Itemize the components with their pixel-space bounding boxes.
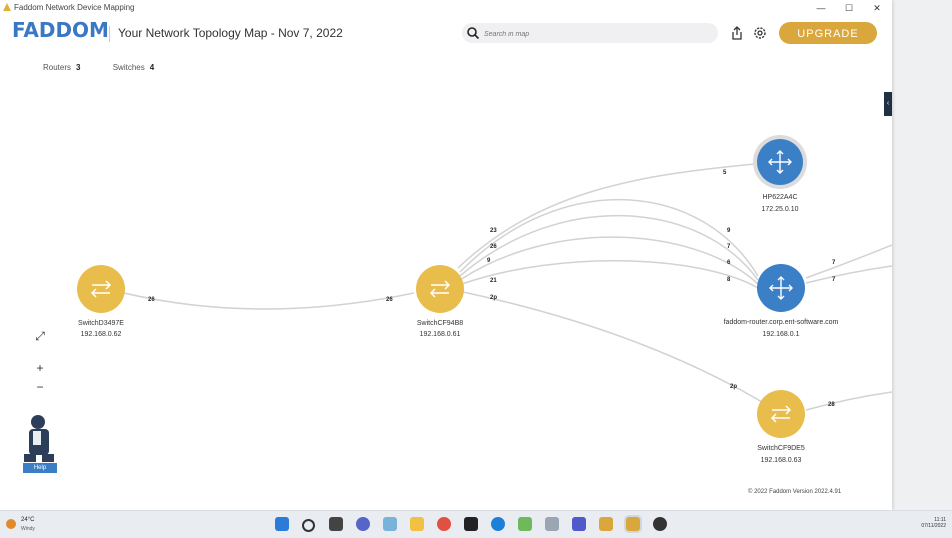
settings-app-icon[interactable] [383, 517, 397, 531]
link-label: 26 [386, 297, 393, 303]
node-name: faddom-router.corp.ent-software.com [724, 319, 839, 326]
switch-node-cf94b8[interactable]: SwitchCF94B8 192.168.0.61 [416, 265, 464, 338]
help-avatar-icon [24, 415, 54, 462]
teams-icon[interactable] [572, 517, 586, 531]
file-explorer-icon[interactable] [410, 517, 424, 531]
windows-start-icon[interactable] [275, 517, 289, 531]
topology-map[interactable]: 26 26 23 26 9 21 2p 5 9 7 6 8 7 7 2p 28 … [0, 0, 892, 510]
task-view-icon[interactable] [329, 517, 343, 531]
node-ip: 192.168.0.62 [81, 331, 122, 338]
router-node-hp622a4c[interactable]: HP622A4C 172.25.0.10 [753, 135, 807, 213]
link-label: 2p [730, 384, 737, 390]
link-label: 7 [832, 260, 836, 266]
weather-temp: 24°C [21, 517, 35, 523]
search-taskbar-icon[interactable] [302, 519, 315, 532]
switch-node-d3497e[interactable]: SwitchD3497E 192.168.0.62 [77, 265, 125, 338]
zoom-in-button[interactable]: + [31, 360, 49, 376]
app-taskbar-icon[interactable] [653, 517, 667, 531]
zoom-out-button[interactable]: − [31, 379, 49, 395]
weather-icon[interactable] [6, 519, 16, 529]
windows-taskbar: 24°C Windy 11:11 07/11/2022 [0, 510, 952, 538]
clock-date: 07/11/2022 [921, 523, 946, 529]
weather-desc: Windy [21, 526, 35, 532]
faddom-taskbar-icon[interactable] [599, 517, 613, 531]
link-label: 8 [727, 277, 731, 283]
chat-icon[interactable] [356, 517, 370, 531]
link-label: 5 [723, 170, 727, 176]
link-line [459, 215, 759, 281]
link-line [461, 260, 759, 289]
link-line [123, 292, 415, 310]
router-node-faddom-router[interactable]: faddom-router.corp.ent-software.com 192.… [724, 264, 839, 338]
link-label: 7 [832, 277, 836, 283]
fit-to-screen-button[interactable]: ⤢ [31, 328, 49, 344]
link-label: 2p [490, 295, 497, 301]
node-ip: 172.25.0.10 [762, 206, 799, 213]
link-label: 26 [148, 297, 155, 303]
switch-node-cf9de5[interactable]: SwitchCF9DE5 192.168.0.63 [757, 390, 805, 464]
link-label: 26 [490, 244, 497, 250]
link-label: 9 [727, 228, 731, 234]
node-ip: 192.168.0.63 [761, 457, 802, 464]
snipping-tool-icon[interactable] [545, 517, 559, 531]
link-label: 21 [490, 278, 497, 284]
notion-icon[interactable] [464, 517, 478, 531]
link-label: 28 [828, 402, 835, 408]
node-name: SwitchCF9DE5 [757, 445, 805, 452]
link-label: 23 [490, 228, 497, 234]
copyright-text: © 2022 Faddom Version 2022.4.91 [748, 489, 842, 495]
node-ip: 192.168.0.1 [763, 331, 800, 338]
faddom-active-taskbar-icon[interactable] [626, 517, 640, 531]
store-icon[interactable] [518, 517, 532, 531]
map-link-labels: 26 26 23 26 9 21 2p 5 9 7 6 8 7 7 2p 28 [148, 170, 836, 408]
link-line [805, 265, 892, 284]
link-line [805, 391, 892, 411]
link-line [462, 291, 763, 403]
side-panel-toggle[interactable]: ‹ [884, 92, 892, 116]
node-name: SwitchD3497E [78, 320, 124, 327]
node-ip: 192.168.0.61 [420, 331, 461, 338]
help-label: Help [23, 463, 57, 473]
chrome-icon[interactable] [437, 517, 451, 531]
edge-icon[interactable] [491, 517, 505, 531]
taskbar-clock[interactable]: 11:11 07/11/2022 [908, 517, 946, 529]
node-name: HP622A4C [762, 194, 797, 201]
app-window: Faddom Network Device Mapping — ☐ ✕ FADD… [0, 0, 892, 510]
help-widget[interactable]: Help [20, 412, 60, 474]
node-name: SwitchCF94B8 [417, 320, 463, 327]
link-label: 7 [727, 244, 731, 250]
